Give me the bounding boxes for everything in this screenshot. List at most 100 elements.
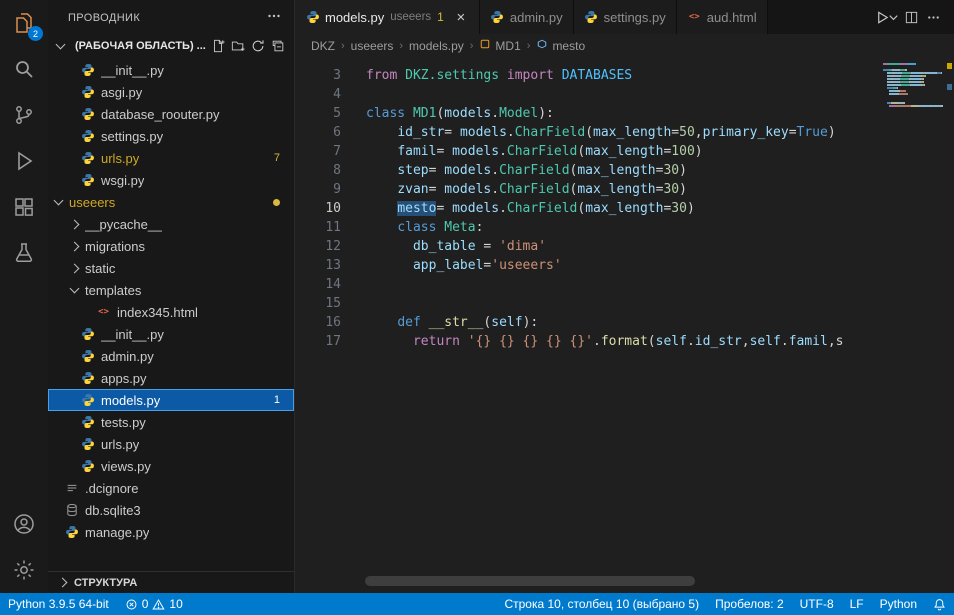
line-number[interactable]: 5	[295, 104, 341, 123]
line-number[interactable]: 9	[295, 180, 341, 199]
tree-item-.dcignore[interactable]: .dcignore	[48, 477, 294, 499]
code-line-12[interactable]: 12 db_table = 'dima'	[295, 237, 954, 256]
line-number[interactable]: 11	[295, 218, 341, 237]
tree-item-index345.html[interactable]: <>index345.html	[48, 301, 294, 323]
activity-item-source-control[interactable]	[0, 92, 48, 138]
breadcrumb-item-DKZ[interactable]: DKZ	[311, 39, 335, 53]
line-number[interactable]: 16	[295, 313, 341, 332]
line-number[interactable]: 4	[295, 85, 341, 104]
tab-label: admin.py	[510, 10, 563, 25]
more-actions-button[interactable]	[922, 6, 944, 28]
status-problems[interactable]: 010	[117, 593, 191, 615]
tree-item-settings.py[interactable]: settings.py	[48, 125, 294, 147]
activity-item-run-debug[interactable]	[0, 138, 48, 184]
refresh-button[interactable]	[248, 36, 268, 56]
tree-item-useeers[interactable]: useeers	[48, 191, 294, 213]
code-line-6[interactable]: 6 id_str= models.CharField(max_length=50…	[295, 123, 954, 142]
minimap[interactable]	[883, 57, 945, 108]
code-line-14[interactable]: 14	[295, 275, 954, 294]
line-number[interactable]: 8	[295, 161, 341, 180]
status-label: Python 3.9.5 64-bit	[8, 597, 109, 611]
activity-item-settings[interactable]	[0, 547, 48, 593]
chevron-down-icon	[886, 10, 901, 25]
tree-item-__init__.py[interactable]: __init__.py	[48, 59, 294, 81]
code-line-13[interactable]: 13 app_label='useeers'	[295, 256, 954, 275]
status-cursor-position[interactable]: Строка 10, столбец 10 (выбрано 5)	[496, 593, 707, 615]
line-number[interactable]: 12	[295, 237, 341, 256]
tab-settings.py[interactable]: settings.py	[574, 0, 677, 34]
collapse-all-button[interactable]	[268, 36, 288, 56]
status-notifications[interactable]	[925, 593, 954, 615]
python-icon	[490, 10, 505, 25]
tree-item-static[interactable]: static	[48, 257, 294, 279]
tree-item-asgi.py[interactable]: asgi.py	[48, 81, 294, 103]
tree-item-__init__.py[interactable]: __init__.py	[48, 323, 294, 345]
code-line-9[interactable]: 9 zvan= models.CharField(max_length=30)	[295, 180, 954, 199]
code-line-7[interactable]: 7 famil= models.CharField(max_length=100…	[295, 142, 954, 161]
tree-item-admin.py[interactable]: admin.py	[48, 345, 294, 367]
breadcrumb-item-models.py[interactable]: models.py	[409, 39, 464, 53]
tree-item-migrations[interactable]: migrations	[48, 235, 294, 257]
tree-item-models.py[interactable]: models.py1	[48, 389, 294, 411]
status-language-mode[interactable]: Python	[872, 593, 925, 615]
tree-item-label: useeers	[69, 195, 115, 210]
line-number[interactable]: 6	[295, 123, 341, 142]
line-number[interactable]: 14	[295, 275, 341, 294]
activity-item-account[interactable]	[0, 501, 48, 547]
line-number[interactable]: 17	[295, 332, 341, 351]
status-encoding[interactable]: UTF-8	[792, 593, 842, 615]
code-line-3[interactable]: 3from DKZ.settings import DATABASES	[295, 66, 954, 85]
breadcrumb-item-MD1[interactable]: MD1	[479, 38, 520, 53]
tree-item-db.sqlite3[interactable]: db.sqlite3	[48, 499, 294, 521]
breadcrumb-item-useeers[interactable]: useeers	[351, 39, 394, 53]
code-line-16[interactable]: 16 def __str__(self):	[295, 313, 954, 332]
activity-item-extensions[interactable]	[0, 184, 48, 230]
tree-item-urls.py[interactable]: urls.py7	[48, 147, 294, 169]
tree-item-database_roouter.py[interactable]: database_roouter.py	[48, 103, 294, 125]
run-dropdown-button[interactable]	[887, 6, 900, 28]
outline-section[interactable]: СТРУКТУРА	[48, 571, 294, 593]
horizontal-scrollbar[interactable]	[365, 576, 695, 586]
tab-aud.html[interactable]: <>aud.html	[677, 0, 768, 34]
breadcrumb-item-mesto[interactable]: mesto	[536, 38, 585, 53]
tree-item-templates[interactable]: templates	[48, 279, 294, 301]
line-number[interactable]: 7	[295, 142, 341, 161]
tree-item-urls.py[interactable]: urls.py	[48, 433, 294, 455]
line-number[interactable]: 13	[295, 256, 341, 275]
line-number[interactable]: 10	[295, 199, 341, 218]
code-line-11[interactable]: 11 class Meta:	[295, 218, 954, 237]
code-editor[interactable]: 3from DKZ.settings import DATABASES45cla…	[295, 57, 954, 593]
error-icon	[125, 598, 138, 611]
code-line-5[interactable]: 5class MD1(models.Model):	[295, 104, 954, 123]
tree-item-wsgi.py[interactable]: wsgi.py	[48, 169, 294, 191]
new-file-button[interactable]	[208, 36, 228, 56]
line-number[interactable]: 3	[295, 66, 341, 85]
tree-item-tests.py[interactable]: tests.py	[48, 411, 294, 433]
tree-item-label: index345.html	[117, 305, 198, 320]
split-editor-button[interactable]	[900, 6, 922, 28]
status-indentation[interactable]: Пробелов: 2	[707, 593, 792, 615]
activity-item-explorer[interactable]: 2	[0, 0, 48, 46]
code-line-15[interactable]: 15	[295, 294, 954, 313]
tab-label: models.py	[325, 10, 384, 25]
close-icon[interactable]: ×	[453, 9, 469, 26]
tab-admin.py[interactable]: admin.py	[480, 0, 574, 34]
code-line-17[interactable]: 17 return '{} {} {} {} {}'.format(self.i…	[295, 332, 954, 351]
tree-item-__pycache__[interactable]: __pycache__	[48, 213, 294, 235]
code-line-4[interactable]: 4	[295, 85, 954, 104]
tab-models.py[interactable]: models.pyuseeers1×	[295, 0, 480, 34]
line-number[interactable]: 15	[295, 294, 341, 313]
code-line-8[interactable]: 8 step= models.CharField(max_length=30)	[295, 161, 954, 180]
tree-item-views.py[interactable]: views.py	[48, 455, 294, 477]
new-folder-button[interactable]	[228, 36, 248, 56]
more-actions-icon[interactable]	[266, 8, 282, 27]
activity-item-testing[interactable]	[0, 230, 48, 276]
activity-item-search[interactable]	[0, 46, 48, 92]
status-interpreter[interactable]: Python 3.9.5 64-bit	[0, 593, 117, 615]
status-eol[interactable]: LF	[842, 593, 872, 615]
code-line-10[interactable]: 10 mesto= models.CharField(max_length=30…	[295, 199, 954, 218]
workspace-header[interactable]: (РАБОЧАЯ ОБЛАСТЬ) ...	[48, 35, 294, 57]
tree-item-manage.py[interactable]: manage.py	[48, 521, 294, 543]
tree-item-apps.py[interactable]: apps.py	[48, 367, 294, 389]
python-icon	[80, 129, 95, 144]
